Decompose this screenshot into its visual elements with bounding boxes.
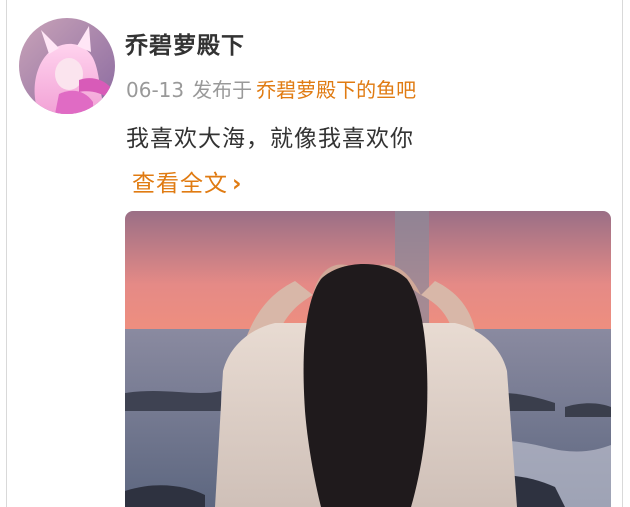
read-more-link[interactable]: 查看全文 › (132, 164, 242, 198)
chevron-right-icon: › (232, 171, 243, 197)
post-card: 乔碧萝殿下 06-13 发布于 乔碧萝殿下的鱼吧 我喜欢大海，就像我喜欢你 查看全文… (6, 0, 623, 507)
posted-in-label: 发布于 (192, 78, 253, 102)
post-photo[interactable] (125, 211, 611, 507)
avatar[interactable] (19, 18, 115, 114)
post-date: 06-13 (126, 78, 185, 102)
forum-link[interactable]: 乔碧萝殿下的鱼吧 (256, 78, 416, 102)
post-meta: 06-13 发布于 乔碧萝殿下的鱼吧 (126, 77, 416, 103)
username[interactable]: 乔碧萝殿下 (125, 26, 245, 60)
read-more-label: 查看全文 (132, 171, 228, 197)
post-text: 我喜欢大海，就像我喜欢你 (126, 126, 414, 152)
